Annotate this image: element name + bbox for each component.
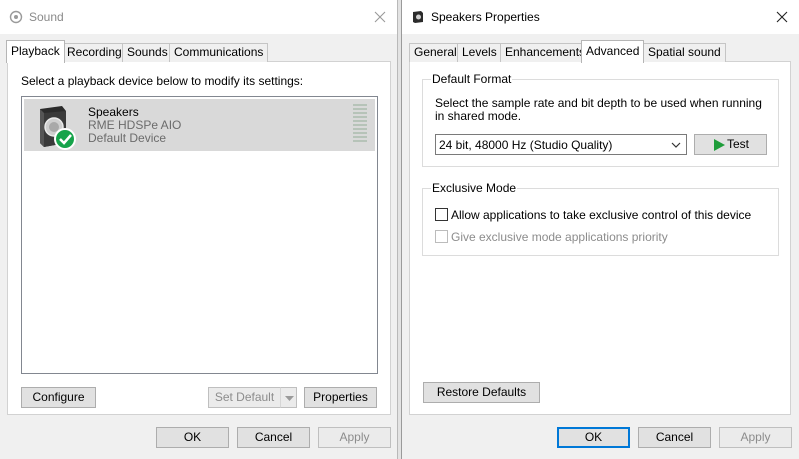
tab-playback[interactable]: Playback bbox=[6, 40, 65, 63]
test-button-label: Test bbox=[727, 137, 750, 151]
properties-apply-button[interactable]: Apply bbox=[719, 427, 792, 448]
sound-titlebar[interactable]: Sound bbox=[0, 0, 397, 34]
tab-communications-label: Communications bbox=[174, 45, 264, 59]
tab-enhancements-label: Enhancements bbox=[505, 45, 586, 59]
properties-ok-button[interactable]: OK bbox=[557, 427, 630, 448]
tab-communications[interactable]: Communications bbox=[169, 43, 269, 62]
tab-spatial-sound-label: Spatial sound bbox=[648, 45, 721, 59]
set-default-dropdown[interactable] bbox=[280, 387, 297, 408]
tab-sounds[interactable]: Sounds bbox=[122, 43, 173, 62]
sound-tabs: Playback Recording Sounds Communications bbox=[6, 40, 396, 63]
close-icon bbox=[776, 11, 788, 23]
default-format-label: Default Format bbox=[431, 72, 513, 86]
exclusive-priority-label[interactable]: Give exclusive mode applications priorit… bbox=[451, 230, 668, 244]
exclusive-priority-checkbox[interactable] bbox=[435, 230, 448, 243]
tab-general[interactable]: General bbox=[409, 43, 462, 62]
sound-ok-button[interactable]: OK bbox=[156, 427, 229, 448]
playback-device-list[interactable]: Speakers RME HDSPe AIO Default Device bbox=[21, 96, 378, 374]
default-format-description-2: in shared mode. bbox=[435, 109, 522, 123]
exclusive-mode-label: Exclusive Mode bbox=[431, 181, 518, 195]
exclusive-mode-group: Exclusive Mode bbox=[422, 181, 779, 256]
properties-tabs: General Levels Enhancements Advanced Spa… bbox=[409, 40, 799, 63]
volume-meter bbox=[353, 104, 367, 144]
properties-titlebar[interactable]: Speakers Properties bbox=[402, 0, 799, 34]
sound-window: Sound Playback Recording Sounds Communic… bbox=[0, 0, 398, 459]
sample-rate-value: 24 bit, 48000 Hz (Studio Quality) bbox=[439, 138, 613, 152]
sound-apply-button[interactable]: Apply bbox=[318, 427, 391, 448]
speaker-small-icon bbox=[413, 11, 423, 23]
tab-general-label: General bbox=[414, 45, 457, 59]
tab-enhancements[interactable]: Enhancements bbox=[500, 43, 591, 62]
chevron-down-icon bbox=[285, 396, 294, 401]
tab-playback-label: Playback bbox=[11, 44, 60, 58]
sound-cancel-button[interactable]: Cancel bbox=[237, 427, 310, 448]
sample-rate-select[interactable]: 24 bit, 48000 Hz (Studio Quality) bbox=[435, 134, 687, 155]
set-default-button[interactable]: Set Default bbox=[208, 387, 281, 408]
sound-window-title: Sound bbox=[29, 10, 64, 24]
properties-cancel-button[interactable]: Cancel bbox=[638, 427, 711, 448]
chevron-down-icon bbox=[671, 142, 681, 148]
tab-recording[interactable]: Recording bbox=[62, 43, 127, 62]
tab-recording-label: Recording bbox=[67, 45, 122, 59]
tab-levels[interactable]: Levels bbox=[457, 43, 502, 62]
tab-levels-label: Levels bbox=[462, 45, 497, 59]
properties-button[interactable]: Properties bbox=[304, 387, 377, 408]
tab-advanced-label: Advanced bbox=[586, 44, 640, 58]
allow-exclusive-checkbox[interactable] bbox=[435, 208, 448, 221]
restore-defaults-button[interactable]: Restore Defaults bbox=[423, 382, 540, 403]
device-item-speakers[interactable]: Speakers RME HDSPe AIO Default Device bbox=[24, 99, 375, 151]
tab-advanced[interactable]: Advanced bbox=[581, 40, 645, 63]
close-icon bbox=[374, 11, 386, 23]
sound-app-icon bbox=[9, 10, 23, 24]
tab-sounds-label: Sounds bbox=[127, 45, 168, 59]
default-format-description-1: Select the sample rate and bit depth to … bbox=[435, 96, 762, 110]
play-icon bbox=[714, 139, 725, 151]
tab-spatial-sound[interactable]: Spatial sound bbox=[643, 43, 726, 62]
allow-exclusive-label[interactable]: Allow applications to take exclusive con… bbox=[451, 208, 751, 222]
sound-close-button[interactable] bbox=[363, 0, 397, 34]
device-status: Default Device bbox=[88, 131, 167, 145]
properties-window-title: Speakers Properties bbox=[431, 10, 540, 24]
playback-instruction: Select a playback device below to modify… bbox=[21, 74, 304, 88]
properties-close-button[interactable] bbox=[765, 0, 799, 34]
speaker-icon bbox=[40, 106, 76, 150]
test-button[interactable]: Test bbox=[694, 134, 767, 155]
configure-button[interactable]: Configure bbox=[21, 387, 96, 408]
